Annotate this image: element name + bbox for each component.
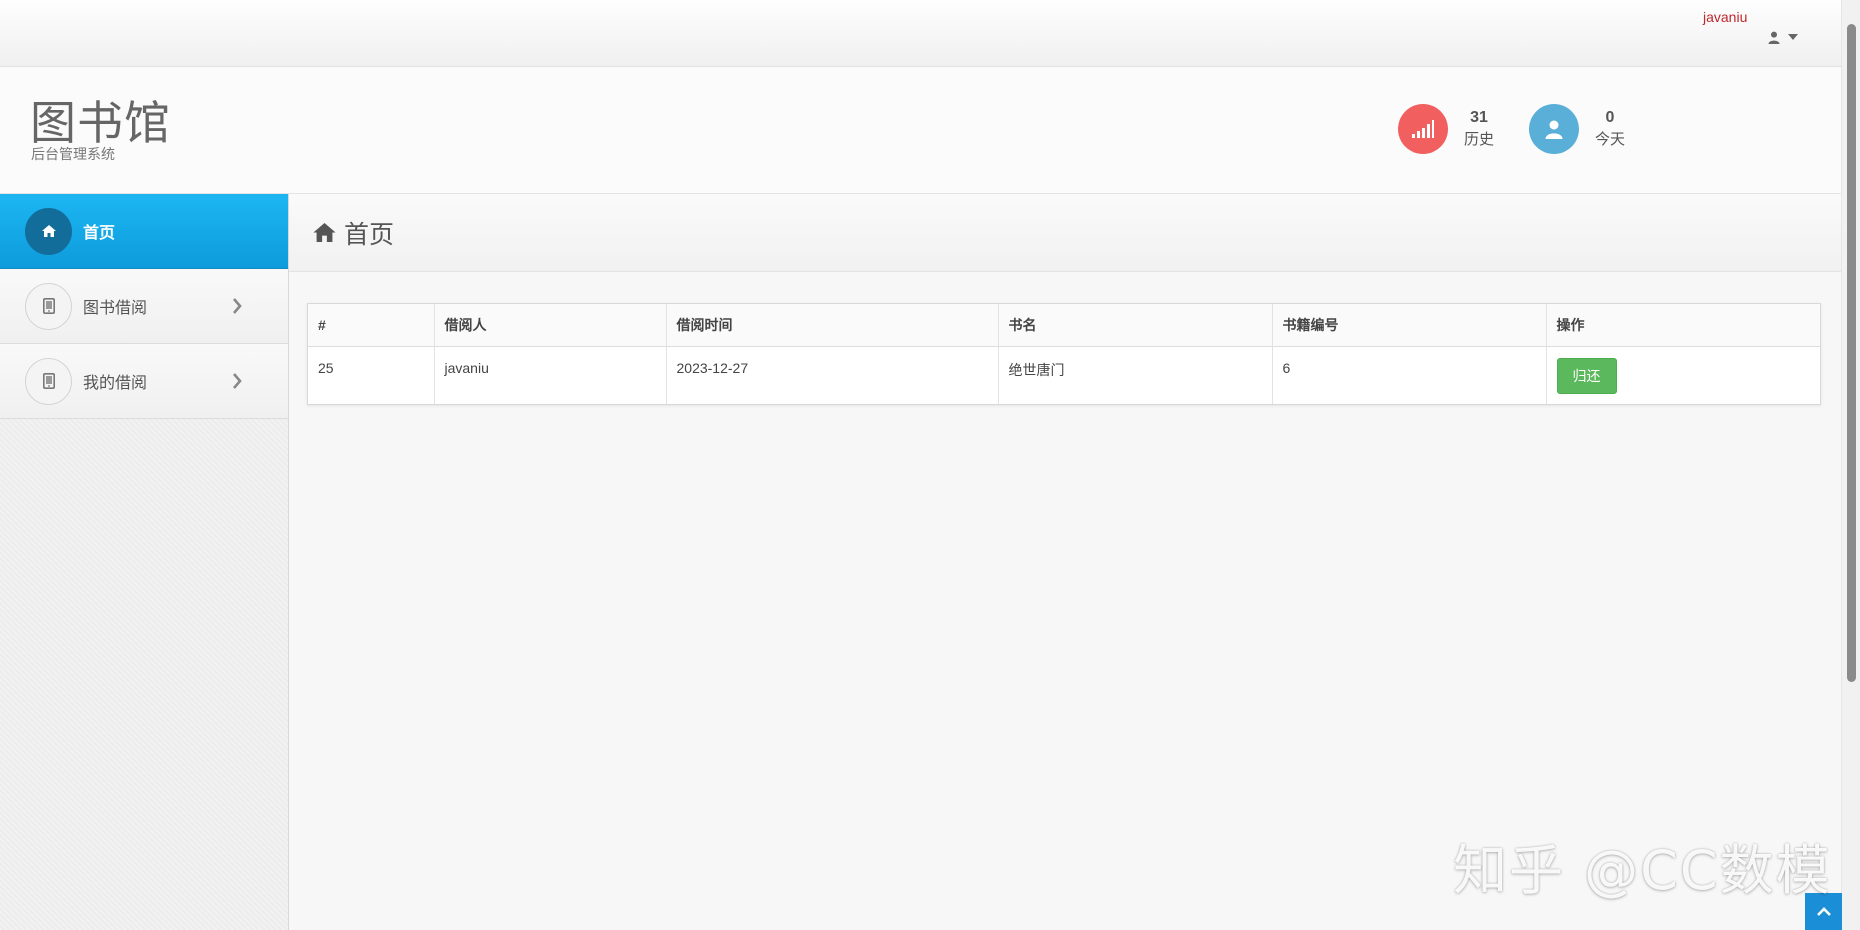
column-header-borrower: 借阅人 [434, 304, 667, 347]
stat-history-label: 历史 [1464, 131, 1495, 148]
main-content: 首页 # 借阅人 借阅时间 书名 书籍编号 操作 25 javaniu 2023… [289, 194, 1841, 930]
sidebar-item-label: 我的借阅 [83, 375, 148, 392]
home-icon [313, 223, 336, 242]
column-header-action: 操作 [1546, 304, 1820, 347]
stat-history-value: 31 [1470, 109, 1488, 126]
page-header: 图书馆 后台管理系统 31 历史 0 今天 [0, 67, 1841, 194]
user-icon [1545, 120, 1563, 139]
table-row: 25 javaniu 2023-12-27 绝世唐门 6 归还 [308, 346, 1820, 404]
table-header-row: # 借阅人 借阅时间 书名 书籍编号 操作 [308, 304, 1820, 347]
top-navbar: javaniu [0, 0, 1841, 67]
column-header-id: # [308, 304, 435, 347]
sidebar-item-label: 首页 [83, 225, 116, 242]
user-menu-toggle[interactable] [1768, 26, 1808, 48]
cell-borrower: javaniu [434, 346, 667, 404]
top-username: javaniu [1703, 9, 1748, 25]
column-header-book: 书名 [998, 304, 1273, 347]
page-scrollbar[interactable] [1841, 0, 1860, 930]
stat-today-label: 今天 [1595, 131, 1626, 148]
app-page: javaniu 图书馆 后台管理系统 31 历史 0 今天 首页 图书借阅 我的… [0, 0, 1860, 930]
sidebar: 首页 图书借阅 我的借阅 [0, 194, 289, 930]
tablet-icon-circle [25, 282, 72, 330]
cell-id: 25 [308, 346, 435, 404]
stat-today: 0 今天 [1529, 103, 1625, 155]
brand-subtitle: 后台管理系统 [31, 146, 115, 162]
sidebar-item-my-borrow[interactable]: 我的借阅 [0, 344, 288, 419]
tablet-icon [42, 298, 55, 314]
chevron-up-icon [1816, 907, 1831, 916]
sidebar-item-home[interactable]: 首页 [0, 194, 288, 269]
column-header-book-no: 书籍编号 [1272, 304, 1547, 347]
return-button[interactable]: 归还 [1556, 357, 1617, 394]
page-title: 首页 [344, 220, 395, 249]
caret-down-icon [1788, 34, 1798, 40]
stat-history: 31 历史 [1398, 103, 1494, 155]
sidebar-item-book-borrow[interactable]: 图书借阅 [0, 269, 288, 344]
column-header-date: 借阅时间 [666, 304, 999, 347]
home-icon-circle [25, 207, 72, 255]
stat-today-circle [1529, 104, 1579, 154]
tablet-icon [42, 373, 55, 389]
page-heading: 首页 [289, 194, 1841, 272]
home-icon [41, 225, 56, 237]
cell-action: 归还 [1546, 346, 1820, 404]
signal-icon [1412, 120, 1434, 138]
cell-date: 2023-12-27 [666, 346, 999, 404]
chevron-right-icon [233, 373, 242, 389]
cell-book-no: 6 [1272, 346, 1547, 404]
borrow-table: # 借阅人 借阅时间 书名 书籍编号 操作 25 javaniu 2023-12… [307, 303, 1821, 405]
stat-history-circle [1398, 104, 1448, 154]
tablet-icon-circle [25, 357, 72, 405]
sidebar-item-label: 图书借阅 [83, 300, 148, 317]
stat-today-value: 0 [1605, 109, 1615, 126]
cell-book: 绝世唐门 [998, 346, 1273, 404]
user-icon [1768, 31, 1780, 44]
watermark-text: 知乎 @CC数模 [1453, 839, 1832, 902]
scrollbar-thumb[interactable] [1847, 24, 1856, 682]
chevron-right-icon [233, 298, 242, 314]
